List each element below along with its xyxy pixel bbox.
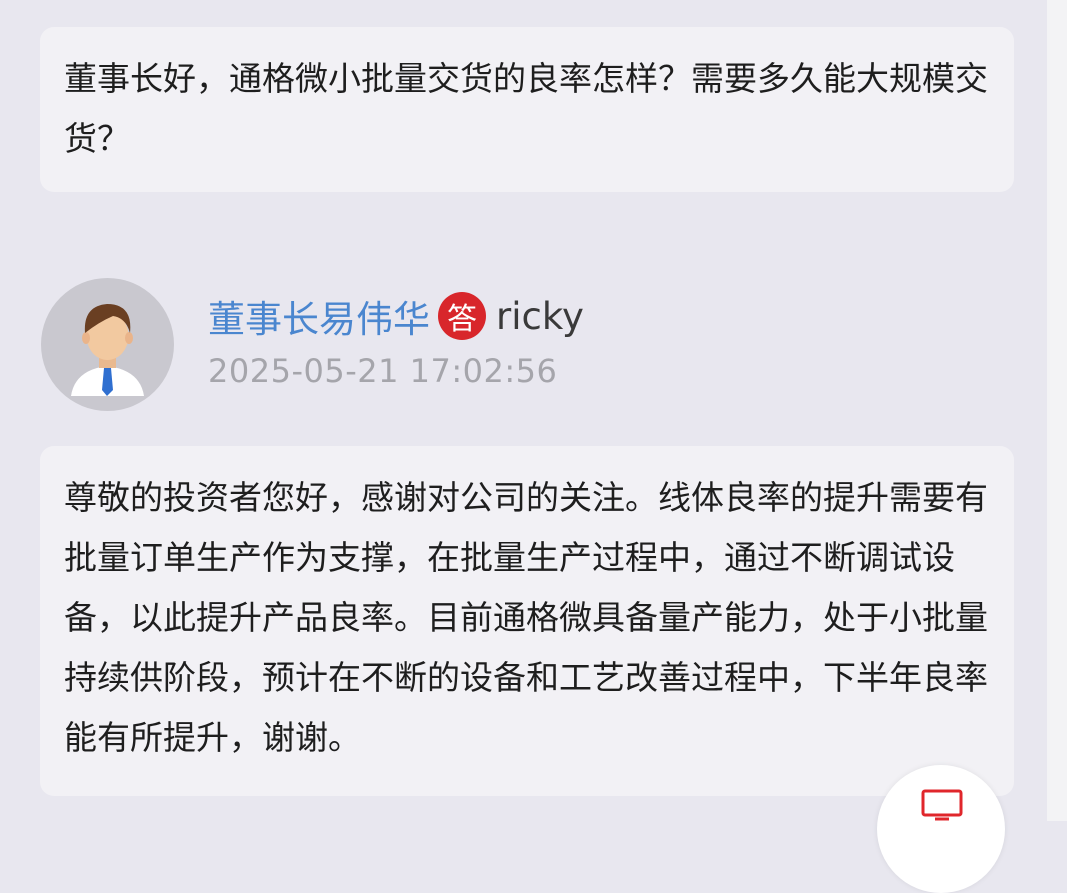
username: ricky: [496, 294, 584, 338]
reply-timestamp: 2025-05-21 17:02:56: [208, 352, 558, 390]
floating-monitor-button[interactable]: [877, 765, 1005, 893]
scrollbar-track: [1047, 0, 1067, 821]
responder-name[interactable]: 董事长易伟华: [208, 289, 430, 343]
person-avatar-icon[interactable]: [41, 278, 174, 411]
responder-row: 董事长易伟华 答 ricky: [208, 288, 584, 344]
answer-badge-icon: 答: [438, 292, 486, 340]
monitor-icon: [921, 789, 963, 821]
answer-bubble: 尊敬的投资者您好，感谢对公司的关注。线体良率的提升需要有批量订单生产作为支撑，在…: [40, 446, 1014, 796]
question-bubble: 董事长好，通格微小批量交货的良率怎样？需要多久能大规模交货？: [40, 27, 1014, 192]
answer-text: 尊敬的投资者您好，感谢对公司的关注。线体良率的提升需要有批量订单生产作为支撑，在…: [64, 478, 988, 757]
question-text: 董事长好，通格微小批量交货的良率怎样？需要多久能大规模交货？: [64, 59, 988, 158]
